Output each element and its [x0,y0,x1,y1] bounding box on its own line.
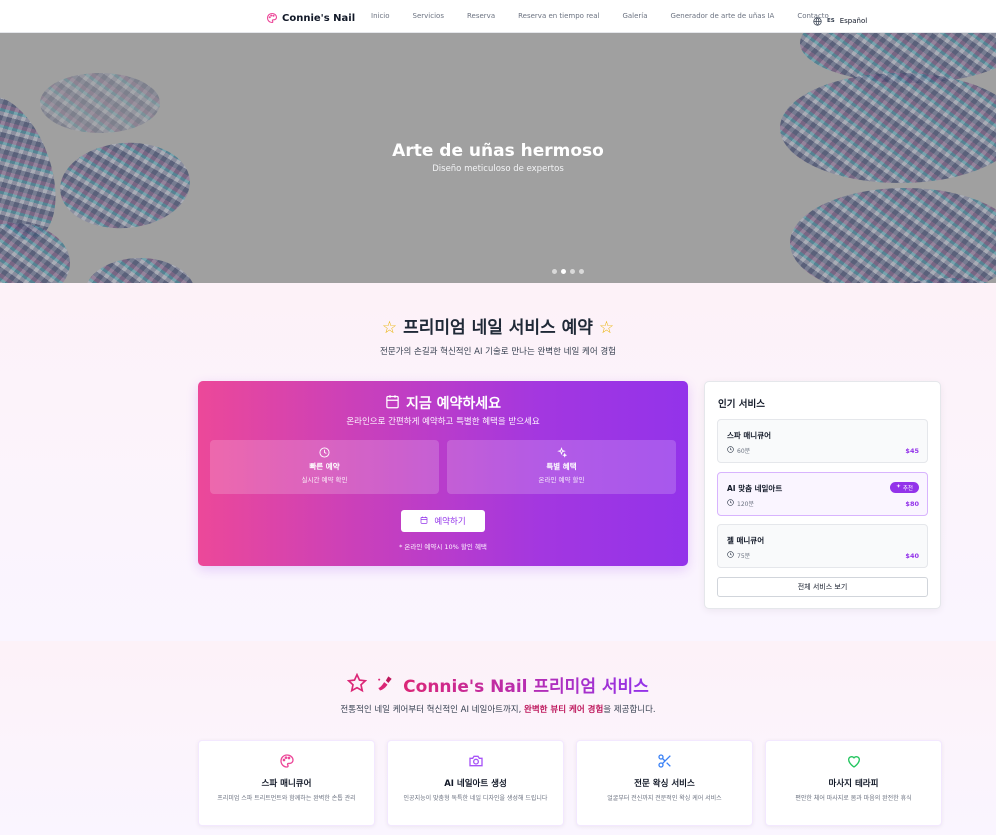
service-card-title: 마사지 테라피 [828,779,879,789]
view-all-services-button[interactable]: 전체 서비스 보기 [717,577,928,597]
service-item[interactable]: 스파 매니큐어 60분 $45 [717,419,928,463]
booking-card-subtitle: 온라인으로 간편하게 예약하고 특별한 혜택을 받으세요 [346,417,540,427]
booking-section-title: ☆ 프리미엄 네일 서비스 예약 ☆ [381,318,615,338]
palette-icon [266,9,278,28]
service-duration: 60분 [727,446,750,455]
service-card-title: 스파 매니큐어 [261,779,312,789]
service-item-recommended[interactable]: AI 맞춤 네일아트 추천 120분 $80 [717,472,928,516]
carousel-dot[interactable] [579,269,584,274]
heart-icon [766,753,941,769]
booking-card-title: 지금 예약하세요 [198,393,688,413]
star-icon [346,672,368,697]
service-card-desc: 인공지능이 맞춤형 독특한 네일 디자인을 생성해 드립니다 [403,795,548,802]
camera-icon [388,753,563,769]
calendar-icon [420,516,428,527]
brand-logo[interactable]: Connie's Nail [266,9,355,28]
booking-discount-note: * 온라인 예약시 10% 할인 혜택 [399,543,487,551]
book-now-button[interactable]: 예약하기 [401,510,485,532]
feature-title: 특별 혜택 [546,462,577,471]
booking-section-subtitle: 전문가의 손길과 혁신적인 AI 기술로 만나는 완벽한 네일 케어 경험 [380,347,616,357]
hero-subtitle: Diseño meticuloso de expertos [432,164,564,174]
service-duration: 120분 [727,499,754,508]
feature-title: 빠른 예약 [309,462,340,471]
premium-section-subtitle: 전통적인 네일 케어부터 혁신적인 AI 네일아트까지, 완벽한 뷰티 케어 경… [340,705,656,715]
popular-services-title: 인기 서비스 [718,399,766,410]
nav-link-generador-ia[interactable]: Generador de arte de uñas IA [671,12,775,20]
booking-section: ☆ 프리미엄 네일 서비스 예약 ☆ 전문가의 손길과 혁신적인 AI 기술로 … [0,283,996,641]
feature-desc: 온라인 예약 할인 [538,476,585,484]
hero-carousel: Arte de uñas hermoso Diseño meticuloso d… [0,33,996,283]
service-item[interactable]: 젤 매니큐어 75분 $40 [717,524,928,568]
nail-polish-icon [375,673,395,697]
language-name: Español [839,16,868,25]
service-duration: 75분 [727,551,750,560]
nav-link-reserva[interactable]: Reserva [467,12,495,20]
service-name: 스파 매니큐어 [727,431,772,440]
recommended-badge: 추천 [889,482,919,493]
premium-section-title: Connie's Nail 프리미엄 서비스 [0,672,996,697]
carousel-dot[interactable] [552,269,557,274]
service-card-title: 전문 왁싱 서비스 [634,779,695,789]
service-price: $45 [905,447,919,455]
star-icon: ☆ [598,318,615,338]
sparkles-icon [896,483,901,491]
carousel-dot[interactable] [570,269,575,274]
clock-icon [210,447,439,458]
service-card-waxing[interactable]: 전문 왁싱 서비스 얼굴부터 전신까지 전문적인 왁싱 케어 서비스 [576,740,753,826]
feature-special-offer: 특별 혜택 온라인 예약 할인 [447,440,676,494]
clock-icon [727,551,734,560]
service-card-desc: 편안한 체어 마사지로 몸과 마음의 완전한 휴식 [795,795,912,802]
scissors-icon [577,753,752,769]
feature-desc: 실시간 예약 확인 [301,476,348,484]
sparkles-icon [447,447,676,458]
nav-link-galeria[interactable]: Galería [622,12,647,20]
service-card-massage[interactable]: 마사지 테라피 편안한 체어 마사지로 몸과 마음의 완전한 휴식 [765,740,942,826]
globe-icon [813,11,822,30]
nav-link-inicio[interactable]: Inicio [371,12,390,20]
service-card-desc: 프리미엄 스파 트리트먼트와 함께하는 완벽한 손톱 관리 [217,795,356,802]
carousel-dot-active[interactable] [561,269,566,274]
language-code: ES [827,17,835,24]
service-name: AI 맞춤 네일아트 [727,484,783,493]
calendar-icon [385,394,400,413]
nav-link-servicios[interactable]: Servicios [413,12,444,20]
clock-icon [727,446,734,455]
nav-links: Inicio Servicios Reserva Reserva en tiem… [371,12,852,20]
service-price: $80 [905,500,919,508]
service-card-desc: 얼굴부터 전신까지 전문적인 왁싱 케어 서비스 [607,795,722,802]
palette-icon [199,753,374,769]
service-name: 젤 매니큐어 [727,536,765,545]
language-selector[interactable]: ES Español [813,11,867,30]
top-navbar: Connie's Nail Inicio Servicios Reserva R… [0,0,996,33]
service-card-ai-nail-art[interactable]: AI 네일아트 생성 인공지능이 맞춤형 독특한 네일 디자인을 생성해 드립니… [387,740,564,826]
nav-link-reserva-tiempo-real[interactable]: Reserva en tiempo real [518,12,599,20]
premium-services-section: Connie's Nail 프리미엄 서비스 전통적인 네일 케어부터 혁신적인… [0,641,996,835]
booking-card: 지금 예약하세요 온라인으로 간편하게 예약하고 특별한 혜택을 받으세요 빠른… [198,381,688,566]
service-card-title: AI 네일아트 생성 [444,779,507,789]
brand-name: Connie's Nail [282,13,356,24]
feature-quick-booking: 빠른 예약 실시간 예약 확인 [210,440,439,494]
clock-icon [727,499,734,508]
popular-services-panel: 인기 서비스 스파 매니큐어 60분 $45 AI 맞춤 네일아트 추천 120… [704,381,941,609]
service-card-spa-manicure[interactable]: 스파 매니큐어 프리미엄 스파 트리트먼트와 함께하는 완벽한 손톱 관리 [198,740,375,826]
carousel-indicators [552,269,584,274]
service-price: $40 [905,552,919,560]
star-icon: ☆ [381,318,398,338]
hero-title: Arte de uñas hermoso [392,141,604,161]
